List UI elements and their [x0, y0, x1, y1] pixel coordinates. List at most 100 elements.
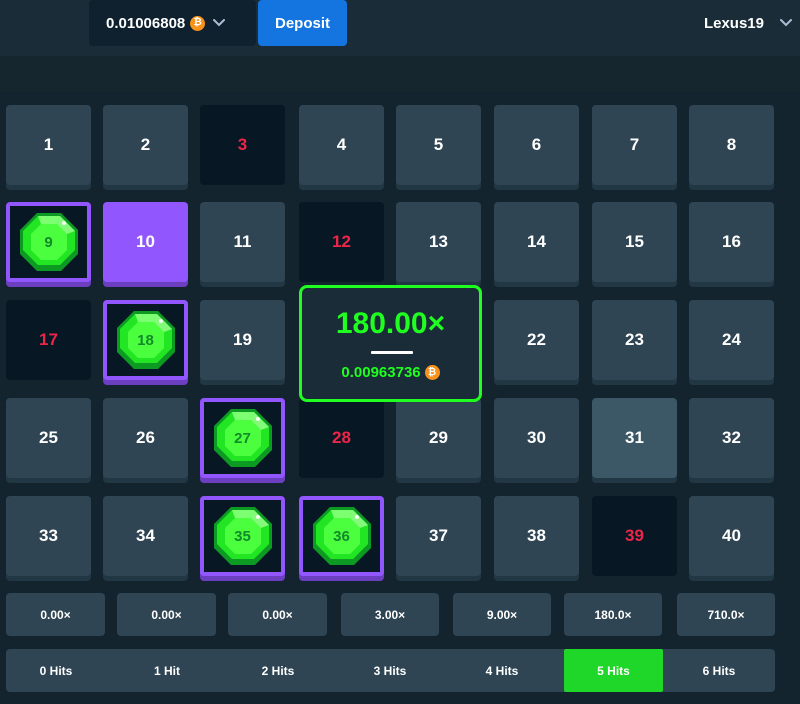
tile-number: 19: [233, 330, 252, 349]
tile-number: 6: [531, 135, 542, 154]
username: Lexus19: [703, 14, 764, 32]
tile-30[interactable]: 30: [494, 398, 579, 478]
tile-10[interactable]: 10: [103, 202, 188, 282]
tile-29[interactable]: 29: [396, 398, 481, 478]
tile-number: 33: [39, 526, 58, 545]
tile-number: 31: [625, 428, 644, 447]
divider: [371, 351, 413, 354]
payout-multiplier: 0.00×: [6, 593, 105, 636]
bitcoin-icon: ₿: [424, 365, 440, 380]
tile-23[interactable]: 23: [592, 300, 677, 380]
tile-38[interactable]: 38: [494, 496, 579, 576]
chevron-down-icon: [780, 19, 792, 27]
tile-31[interactable]: 31: [592, 398, 677, 478]
payout-multiplier: 180.0×: [564, 593, 662, 636]
tile-27[interactable]: 27: [200, 398, 285, 478]
top-bar: 0.01006808 ₿ Deposit Lexus19: [0, 0, 800, 56]
tile-35[interactable]: 35: [200, 496, 285, 576]
tile-5[interactable]: 5: [396, 105, 481, 185]
tile-number: 4: [336, 135, 347, 154]
tile-4[interactable]: 4: [299, 105, 384, 185]
tile-28[interactable]: 28: [299, 398, 384, 478]
tile-37[interactable]: 37: [396, 496, 481, 576]
tile-number: 25: [39, 428, 58, 447]
tile-number: 22: [527, 330, 546, 349]
tile-number: 14: [527, 232, 546, 251]
balance-amount: 0.01006808: [106, 14, 186, 32]
tile-number: 11: [233, 232, 252, 251]
tile-34[interactable]: 34: [103, 496, 188, 576]
tile-number: 38: [527, 526, 546, 545]
tile-14[interactable]: 14: [494, 202, 579, 282]
tile-11[interactable]: 11: [200, 202, 285, 282]
hits-option-3[interactable]: 3 Hits: [334, 649, 446, 692]
tile-number: 26: [136, 428, 155, 447]
hits-option-6[interactable]: 6 Hits: [663, 649, 775, 692]
tile-7[interactable]: 7: [592, 105, 677, 185]
user-menu[interactable]: Lexus19: [704, 0, 792, 46]
hits-option-0[interactable]: 0 Hits: [6, 649, 106, 692]
hits-option-4[interactable]: 4 Hits: [446, 649, 558, 692]
tile-13[interactable]: 13: [396, 202, 481, 282]
payout-multiplier: 3.00×: [341, 593, 439, 636]
tile-15[interactable]: 15: [592, 202, 677, 282]
tile-number: 15: [625, 232, 644, 251]
hits-option-5[interactable]: 5 Hits: [564, 649, 663, 692]
tile-32[interactable]: 32: [689, 398, 774, 478]
tile-1[interactable]: 1: [6, 105, 91, 185]
tile-number: 40: [722, 526, 741, 545]
tile-36[interactable]: 36: [299, 496, 384, 576]
win-popup: 180.00× 0.00963736 ₿: [299, 285, 482, 402]
tile-17[interactable]: 17: [6, 300, 91, 380]
tile-number: 9: [44, 233, 53, 251]
tile-8[interactable]: 8: [689, 105, 774, 185]
tile-number: 1: [43, 135, 54, 154]
tile-number: 24: [722, 330, 741, 349]
tile-2[interactable]: 2: [103, 105, 188, 185]
tile-number: 3: [237, 135, 248, 154]
tile-26[interactable]: 26: [103, 398, 188, 478]
tile-25[interactable]: 25: [6, 398, 91, 478]
tile-number: 39: [625, 526, 644, 545]
tile-9[interactable]: 9: [6, 202, 91, 282]
deposit-button[interactable]: Deposit: [258, 0, 347, 46]
payout-multiplier: 9.00×: [453, 593, 551, 636]
win-amount-value: 0.00963736: [341, 364, 421, 381]
tile-number: 23: [625, 330, 644, 349]
win-multiplier: 180.00×: [335, 307, 446, 340]
win-amount: 0.00963736 ₿: [302, 364, 479, 381]
payout-multiplier: 710.0×: [677, 593, 775, 636]
tile-39[interactable]: 39: [592, 496, 677, 576]
tile-number: 10: [136, 232, 155, 251]
hits-option-2[interactable]: 2 Hits: [222, 649, 334, 692]
tile-number: 36: [333, 527, 350, 545]
tile-40[interactable]: 40: [689, 496, 774, 576]
tile-number: 13: [429, 232, 448, 251]
payout-multiplier: 0.00×: [117, 593, 216, 636]
sub-bar: [0, 56, 800, 92]
tile-3[interactable]: 3: [200, 105, 285, 185]
tile-12[interactable]: 12: [299, 202, 384, 282]
hits-option-1[interactable]: 1 Hit: [114, 649, 220, 692]
tile-24[interactable]: 24: [689, 300, 774, 380]
tile-19[interactable]: 19: [200, 300, 285, 380]
tile-number: 7: [629, 135, 640, 154]
tile-22[interactable]: 22: [494, 300, 579, 380]
tile-6[interactable]: 6: [494, 105, 579, 185]
tile-18[interactable]: 18: [103, 300, 188, 380]
tile-number: 8: [726, 135, 737, 154]
tile-16[interactable]: 16: [689, 202, 774, 282]
bitcoin-icon: ₿: [190, 15, 206, 31]
tile-number: 37: [429, 526, 448, 545]
tile-number: 34: [136, 526, 155, 545]
tile-number: 18: [137, 331, 154, 349]
tile-number: 29: [429, 428, 448, 447]
tile-number: 12: [332, 232, 351, 251]
wallet-balance-dropdown[interactable]: 0.01006808 ₿: [89, 0, 256, 46]
tile-number: 27: [234, 429, 251, 447]
tile-number: 32: [722, 428, 741, 447]
payout-multiplier: 0.00×: [228, 593, 327, 636]
tile-number: 28: [332, 428, 351, 447]
tile-33[interactable]: 33: [6, 496, 91, 576]
tile-number: 35: [234, 527, 251, 545]
